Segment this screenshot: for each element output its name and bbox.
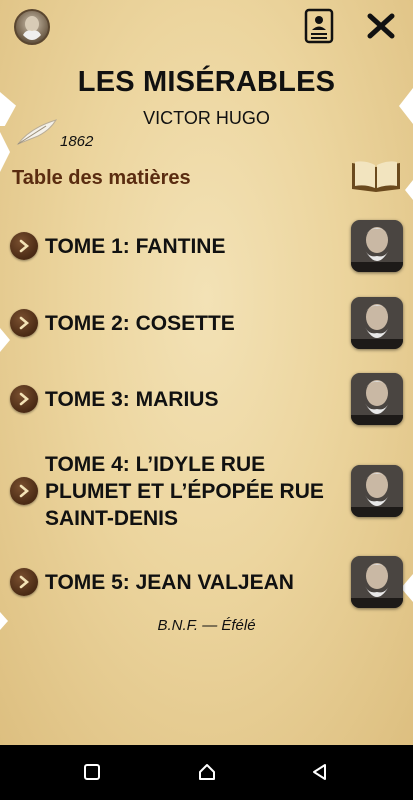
torn-edge [0, 132, 10, 172]
tome-label: TOME 1: FANTINE [45, 234, 226, 258]
tome-label: TOME 2: COSETTE [45, 311, 235, 335]
tome-item-3[interactable]: TOME 3: MARIUS [10, 371, 403, 427]
portrait-thumbnail [351, 373, 403, 425]
portrait-thumbnail [351, 297, 403, 349]
open-book-icon [350, 157, 402, 198]
triangle-back-icon[interactable] [305, 757, 335, 787]
chevron-right-icon [10, 232, 38, 260]
chevron-right-icon [10, 568, 38, 596]
torn-edge [0, 328, 10, 352]
portrait-thumbnail [351, 556, 403, 608]
author-avatar-icon[interactable] [14, 9, 50, 45]
close-icon[interactable] [363, 7, 399, 45]
chevron-right-icon [10, 385, 38, 413]
tome-label: TOME 5: JEAN VALJEAN [45, 570, 294, 594]
publication-year: 1862 [60, 133, 94, 150]
system-navbar [0, 745, 413, 800]
tome-item-5[interactable]: TOME 5: JEAN VALJEAN [10, 554, 403, 610]
toc-heading: Table des matières [12, 167, 191, 189]
author-name: VICTOR HUGO [143, 108, 270, 128]
tome-label: TOME 3: MARIUS [45, 387, 219, 411]
tome-label: TOME 4: L’IDYLE RUE PLUMET ET L’ÉPOPÉE R… [45, 452, 324, 530]
chevron-right-icon [10, 309, 38, 337]
screen: LES MISÉRABLES VICTOR HUGO 1862 Table de… [0, 0, 413, 745]
profile-card-icon[interactable] [301, 7, 337, 45]
chevron-right-icon [10, 477, 38, 505]
tome-item-1[interactable]: TOME 1: FANTINE [10, 218, 403, 274]
tome-item-2[interactable]: TOME 2: COSETTE [10, 295, 403, 351]
circle-icon[interactable] [192, 757, 222, 787]
page-title: LES MISÉRABLES [77, 66, 336, 98]
torn-edge [405, 180, 413, 200]
portrait-thumbnail [351, 465, 403, 517]
credit-text: B.N.F. — Éfélé [157, 617, 256, 634]
square-icon[interactable] [77, 757, 107, 787]
tome-item-4[interactable]: TOME 4: L’IDYLE RUE PLUMET ET L’ÉPOPÉE R… [10, 449, 403, 533]
quill-icon [16, 118, 60, 151]
portrait-thumbnail [351, 220, 403, 272]
